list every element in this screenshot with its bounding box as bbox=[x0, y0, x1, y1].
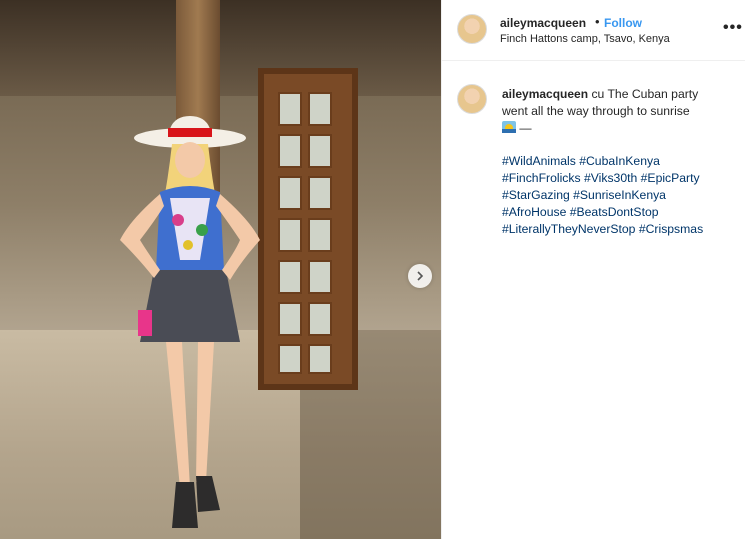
hashtag-link[interactable]: #StarGazing bbox=[502, 188, 570, 202]
hashtag-list: #WildAnimals #CubaInKenya #FinchFrolicks… bbox=[502, 153, 732, 238]
instagram-post: aileymacqueen • Follow Finch Hattons cam… bbox=[0, 0, 745, 539]
header-separator: • bbox=[595, 14, 600, 29]
header-username[interactable]: aileymacqueen bbox=[500, 16, 586, 30]
more-options-button[interactable]: ••• bbox=[723, 19, 743, 37]
post-header: aileymacqueen • Follow Finch Hattons cam… bbox=[442, 0, 745, 61]
caption-text: aileymacqueen cu The Cuban party went al… bbox=[502, 86, 722, 137]
person-figure bbox=[120, 116, 260, 528]
location-link[interactable]: Finch Hattons camp, Tsavo, Kenya bbox=[500, 33, 670, 45]
hashtag-link[interactable]: #LiterallyTheyNeverStop bbox=[502, 222, 635, 236]
hashtag-link[interactable]: #BeatsDontStop bbox=[570, 205, 659, 219]
photo-door bbox=[258, 68, 358, 390]
hashtag-link[interactable]: #EpicParty bbox=[641, 171, 700, 185]
caption-avatar[interactable] bbox=[457, 84, 487, 114]
hashtag-link[interactable]: #FinchFrolicks bbox=[502, 171, 581, 185]
follow-button[interactable]: Follow bbox=[604, 16, 642, 30]
post-photo[interactable] bbox=[0, 0, 441, 539]
hashtag-link[interactable]: #Crispsmas bbox=[639, 222, 703, 236]
hashtag-link[interactable]: #Viks30th bbox=[584, 171, 637, 185]
sunrise-emoji-icon bbox=[502, 121, 516, 133]
hashtag-link[interactable]: #CubaInKenya bbox=[579, 154, 660, 168]
hashtag-link[interactable]: #SunriseInKenya bbox=[573, 188, 666, 202]
next-photo-button[interactable] bbox=[408, 264, 432, 288]
avatar[interactable] bbox=[457, 14, 487, 44]
caption-username[interactable]: aileymacqueen bbox=[502, 87, 588, 101]
chevron-right-icon bbox=[417, 271, 424, 281]
post-sidebar: aileymacqueen • Follow Finch Hattons cam… bbox=[441, 0, 745, 539]
hashtag-link[interactable]: #AfroHouse bbox=[502, 205, 566, 219]
hashtag-link[interactable]: #WildAnimals bbox=[502, 154, 576, 168]
caption-trailing: — bbox=[519, 121, 532, 135]
photo-ceiling bbox=[0, 0, 441, 96]
